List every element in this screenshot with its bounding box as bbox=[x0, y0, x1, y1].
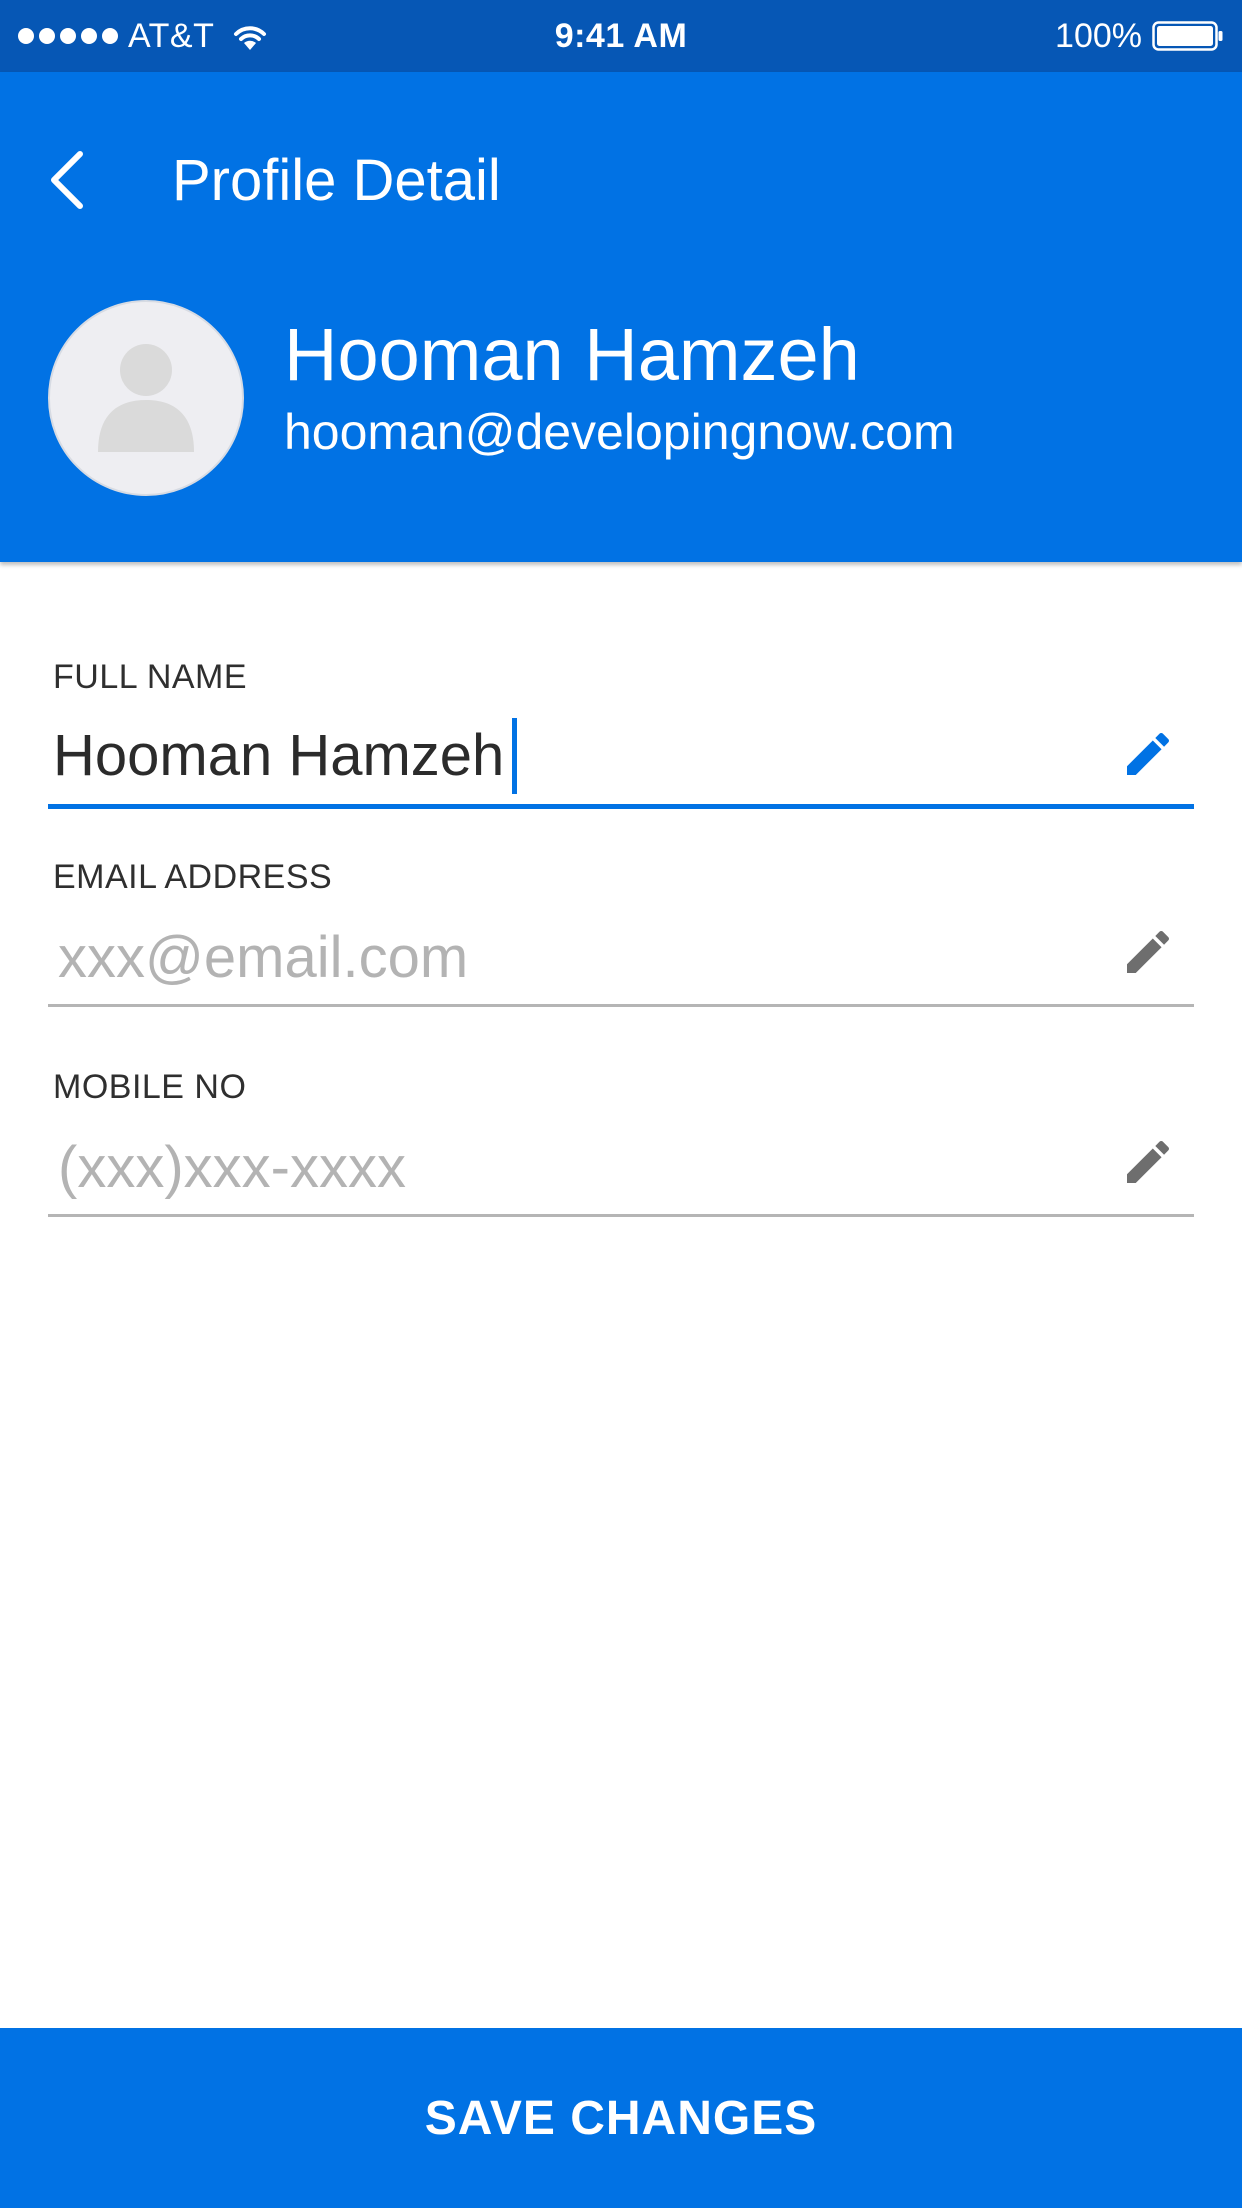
mobile-input[interactable]: (xxx)xxx-xxxx bbox=[58, 1132, 406, 1204]
chevron-left-icon[interactable] bbox=[44, 148, 88, 212]
full-name-label: FULL NAME bbox=[53, 658, 248, 696]
full-name-input[interactable]: Hooman Hamzeh bbox=[53, 717, 518, 794]
page-title: Profile Detail bbox=[172, 148, 501, 213]
mobile-label: MOBILE NO bbox=[53, 1068, 247, 1106]
pencil-icon[interactable] bbox=[1120, 726, 1176, 782]
full-name-underline bbox=[48, 804, 1194, 809]
email-input[interactable]: xxx@email.com bbox=[58, 922, 468, 994]
mobile-field[interactable]: MOBILE NO (xxx)xxx-xxxx bbox=[48, 1066, 1194, 1222]
save-changes-button[interactable]: SAVE CHANGES bbox=[0, 2028, 1242, 2208]
mobile-underline bbox=[48, 1214, 1194, 1217]
profile-detail-screen: AT&T 9:41 AM 100% Profile Detail Hooman … bbox=[0, 0, 1242, 2208]
email-field[interactable]: EMAIL ADDRESS xxx@email.com bbox=[48, 856, 1194, 1012]
profile-name: Hooman Hamzeh bbox=[284, 313, 860, 396]
profile-email: hooman@developingnow.com bbox=[284, 404, 955, 460]
full-name-field[interactable]: FULL NAME Hooman Hamzeh bbox=[48, 656, 1194, 812]
avatar[interactable] bbox=[48, 300, 244, 496]
pencil-icon[interactable] bbox=[1120, 924, 1176, 980]
person-placeholder-icon bbox=[98, 344, 194, 452]
battery-percentage: 100% bbox=[1055, 17, 1142, 55]
pencil-icon[interactable] bbox=[1120, 1134, 1176, 1190]
full-name-value: Hooman Hamzeh bbox=[53, 723, 505, 788]
text-caret bbox=[512, 717, 518, 794]
email-label: EMAIL ADDRESS bbox=[53, 858, 333, 896]
status-bar: AT&T 9:41 AM 100% bbox=[0, 0, 1242, 72]
battery-icon bbox=[1152, 21, 1223, 51]
profile-header: Profile Detail Hooman Hamzeh hooman@deve… bbox=[0, 72, 1242, 562]
status-right: 100% bbox=[1055, 14, 1224, 58]
email-underline bbox=[48, 1004, 1194, 1007]
